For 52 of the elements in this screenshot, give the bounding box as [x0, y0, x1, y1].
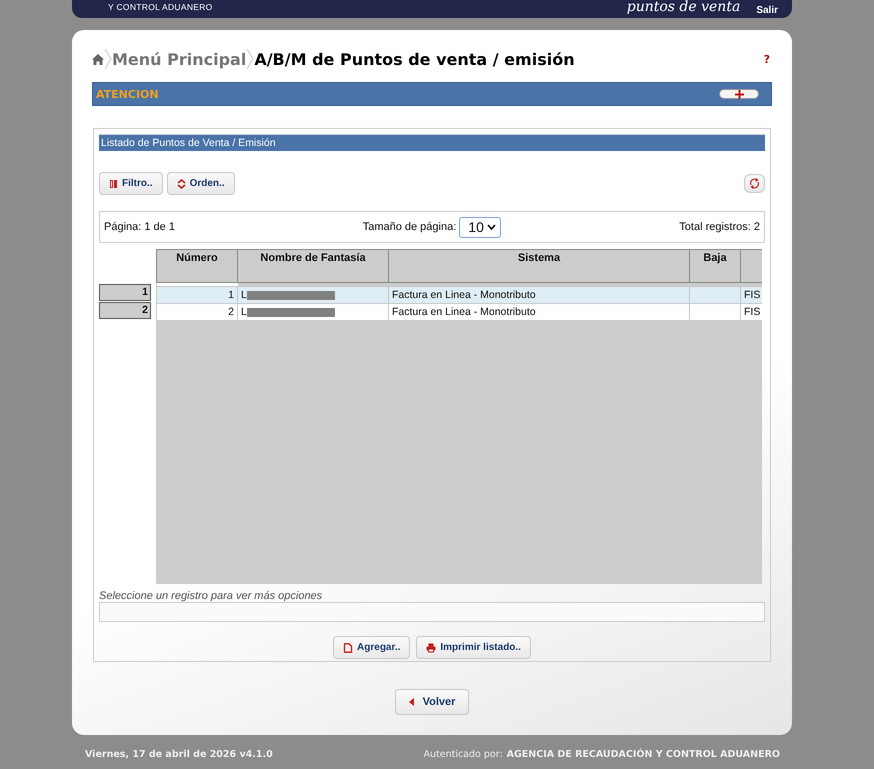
app-title: puntos de venta [626, 0, 740, 14]
column-header[interactable]: Baja [690, 250, 740, 282]
table-cell: Factura en Linea - Monotributo [388, 286, 690, 304]
help-link[interactable]: ? [764, 52, 770, 66]
books-icon [109, 178, 118, 188]
page-size-label: Tamaño de página: [362, 221, 456, 233]
refresh-button[interactable] [744, 174, 765, 193]
filter-button[interactable]: Filtro.. [99, 172, 163, 195]
table-row[interactable]: 2 L Factura en Linea - Monotributo FIS [156, 304, 762, 320]
total-records: Total registros: 2 [679, 221, 760, 233]
name-text: L [241, 289, 247, 301]
table-cell [690, 286, 740, 304]
chevron-separator-icon [246, 49, 254, 69]
document-icon [343, 642, 354, 652]
name-text: L [241, 306, 247, 318]
table-cell [690, 304, 740, 320]
logout-link[interactable]: Salir [756, 6, 778, 16]
plus-icon [734, 90, 744, 98]
printer-icon [426, 642, 436, 652]
auth-entity: AGENCIA DE RECAUDACIÓN Y CONTROL ADUANERO [506, 749, 780, 760]
hint-text: Seleccione un registro para ver más opciones [99, 590, 324, 602]
sort-button[interactable]: Orden.. [166, 172, 235, 195]
table-cell: FIS [740, 304, 762, 320]
column-header[interactable]: Nombre de Fantasía [238, 250, 388, 282]
triangle-left-icon [408, 698, 414, 706]
table-cell: 2 [156, 304, 238, 320]
page-size-select[interactable]: 10 [459, 216, 502, 238]
alert-title: ATENCION [96, 88, 159, 100]
table-cell: 1 [156, 286, 238, 304]
row-number[interactable]: 2 [99, 302, 151, 319]
column-header[interactable]: Número [156, 250, 238, 282]
column-header[interactable]: Sistema [388, 250, 690, 282]
table-cell: FIS [740, 286, 762, 304]
breadcrumb-link[interactable]: Menú Principal [112, 50, 246, 68]
refresh-icon [749, 178, 760, 189]
up-down-chevrons-icon [176, 178, 186, 188]
add-button[interactable]: Agregar.. [333, 636, 410, 659]
back-button[interactable]: Volver [394, 689, 470, 715]
auth-label: Autenticado por: [423, 749, 503, 760]
footer-date: Viernes, 17 de abril de 2026 v4.1.0 [85, 749, 273, 760]
home-icon [92, 54, 104, 64]
agency-name: Y CONTROL ADUANERO [108, 2, 213, 12]
expand-button[interactable] [719, 89, 759, 99]
chevron-separator-icon [104, 49, 112, 69]
page-indicator: Página: 1 de 1 [104, 221, 176, 233]
chevron-down-icon [487, 224, 496, 230]
panel-title: Listado de Puntos de Venta / Emisión [99, 134, 765, 151]
table-cell: Factura en Linea - Monotributo [388, 304, 690, 320]
page-title: A/B/M de Puntos de venta / emisión [254, 50, 575, 68]
table-row[interactable]: 1 L Factura en Linea - Monotributo FIS [156, 286, 762, 304]
row-number[interactable]: 1 [99, 284, 151, 301]
print-list-button[interactable]: Imprimir listado.. [416, 636, 531, 659]
